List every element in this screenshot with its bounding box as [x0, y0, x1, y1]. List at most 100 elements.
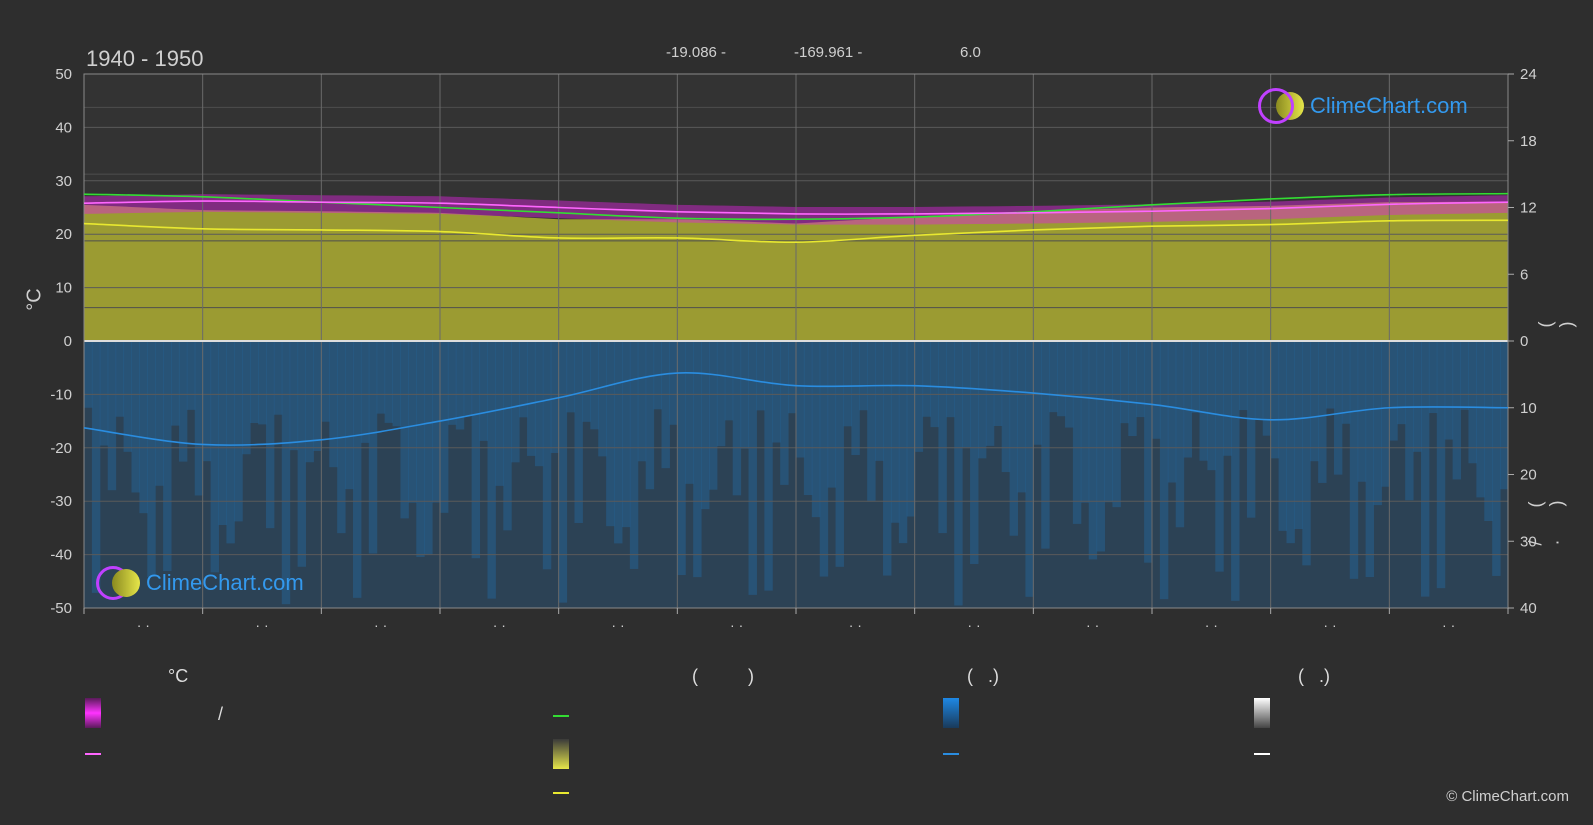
precip-stripe — [511, 341, 520, 463]
precip-stripe — [471, 341, 481, 559]
precip-stripe — [574, 341, 583, 523]
precip-stripe — [1492, 341, 1501, 576]
x-tick-label: · · — [374, 617, 387, 633]
y-left-tick-label: -20 — [50, 440, 72, 457]
precip-stripe — [1262, 341, 1272, 436]
precip-stripe — [883, 341, 892, 576]
precip-stripe — [835, 341, 844, 567]
precip-stripe — [258, 341, 267, 425]
x-tick-label: · · — [137, 617, 150, 633]
precip-stripe — [1373, 341, 1382, 506]
precip-stripe — [202, 341, 212, 462]
precip-stripe — [289, 341, 299, 451]
precip-stripe — [1231, 341, 1240, 601]
precip-stripe — [1270, 341, 1280, 459]
y-right-bottom-tick-label: 40 — [1520, 600, 1537, 617]
precip-stripe — [693, 341, 702, 578]
precip-stripe — [345, 341, 354, 490]
precip-stripe — [1064, 341, 1074, 428]
precip-stripe — [970, 341, 979, 564]
precip-stripe — [550, 341, 560, 453]
precip-stripe — [1191, 341, 1200, 413]
y-right-top-tick-label: 12 — [1520, 200, 1537, 217]
x-tick-label: · · — [1205, 617, 1218, 633]
precip-stripe — [503, 341, 512, 531]
precip-stripe — [803, 341, 813, 496]
precip-stripe — [1381, 341, 1390, 487]
precip-stripe — [1389, 341, 1398, 441]
precip-stripe — [1183, 341, 1193, 458]
precip-stripe — [542, 341, 552, 570]
legend-minmax-swatch — [85, 698, 101, 728]
precip-stripe — [1405, 341, 1414, 501]
x-tick-label: · · — [730, 617, 743, 633]
legend-snow-line — [1254, 753, 1270, 755]
precip-stripe — [637, 341, 647, 462]
y-left-tick-label: 0 — [64, 333, 72, 350]
precip-stripe — [392, 341, 401, 427]
precip-stripe — [352, 341, 362, 598]
legend-snow-swatch — [1254, 698, 1270, 728]
x-tick-label: · · — [255, 617, 268, 633]
precip-stripe — [780, 341, 789, 485]
precip-stripe — [1215, 341, 1224, 572]
precip-stripe — [1397, 341, 1406, 425]
precip-stripe — [1096, 341, 1106, 552]
precip-stripe — [281, 341, 291, 605]
y-left-tick-label: -50 — [50, 600, 72, 617]
y-right-top-tick-label: 0 — [1520, 333, 1528, 350]
precip-stripe — [748, 341, 757, 595]
precip-stripe — [163, 341, 172, 572]
legend-precip-line — [943, 753, 959, 755]
precip-stripe — [685, 341, 694, 484]
precip-stripe — [1041, 341, 1050, 549]
precip-stripe — [1436, 341, 1446, 589]
precip-stripe — [764, 341, 773, 591]
precip-stripe — [368, 341, 378, 554]
precip-stripe — [922, 341, 931, 417]
precip-stripe — [582, 341, 591, 422]
precip-stripe — [1333, 341, 1343, 475]
precip-stripe — [1001, 341, 1011, 473]
header-lat: -19.086 - — [666, 44, 727, 61]
precip-stripe — [384, 341, 394, 423]
x-tick-label: · · — [1323, 617, 1336, 633]
precip-stripe — [1152, 341, 1161, 439]
precip-stripe — [1460, 341, 1469, 410]
precip-stripe — [1484, 341, 1493, 522]
watermark-text: ClimeChart.com — [1310, 93, 1468, 118]
y-left-tick-label: -10 — [50, 386, 72, 403]
precip-stripe — [867, 341, 876, 502]
y-right-top-label: ( ) — [1535, 291, 1577, 328]
precip-stripe — [1318, 341, 1327, 483]
precip-stripe — [495, 341, 504, 486]
precip-stripe — [851, 341, 860, 455]
precip-stripe — [629, 341, 639, 569]
precip-stripe — [360, 341, 370, 443]
precip-stripe — [416, 341, 425, 557]
precip-stripe — [859, 341, 868, 411]
precip-stripe — [1017, 341, 1026, 493]
precip-stripe — [218, 341, 227, 526]
precip-stripe — [1468, 341, 1477, 464]
y-left-tick-label: -40 — [50, 547, 72, 564]
precip-stripe — [305, 341, 314, 463]
precip-stripe — [590, 341, 599, 430]
y-left-tick-label: 50 — [55, 66, 72, 83]
precip-stripe — [408, 341, 417, 503]
y-right-bottom-tick-label: 10 — [1520, 400, 1537, 417]
precip-stripe — [487, 341, 496, 599]
precip-stripe — [938, 341, 947, 534]
precip-stripe — [701, 341, 710, 510]
y-right-top-tick-label: 18 — [1520, 133, 1537, 150]
precip-stripe — [614, 341, 623, 544]
y-left-tick-label: 40 — [55, 119, 72, 136]
precip-stripe — [1428, 341, 1438, 414]
precip-stripe — [186, 341, 196, 410]
precip-stripe — [1302, 341, 1311, 566]
precip-stripe — [819, 341, 829, 577]
legend-col2-header: ( ) — [692, 666, 754, 686]
precip-stripe — [1072, 341, 1082, 524]
precip-stripe — [606, 341, 615, 527]
precip-stripe — [234, 341, 243, 522]
